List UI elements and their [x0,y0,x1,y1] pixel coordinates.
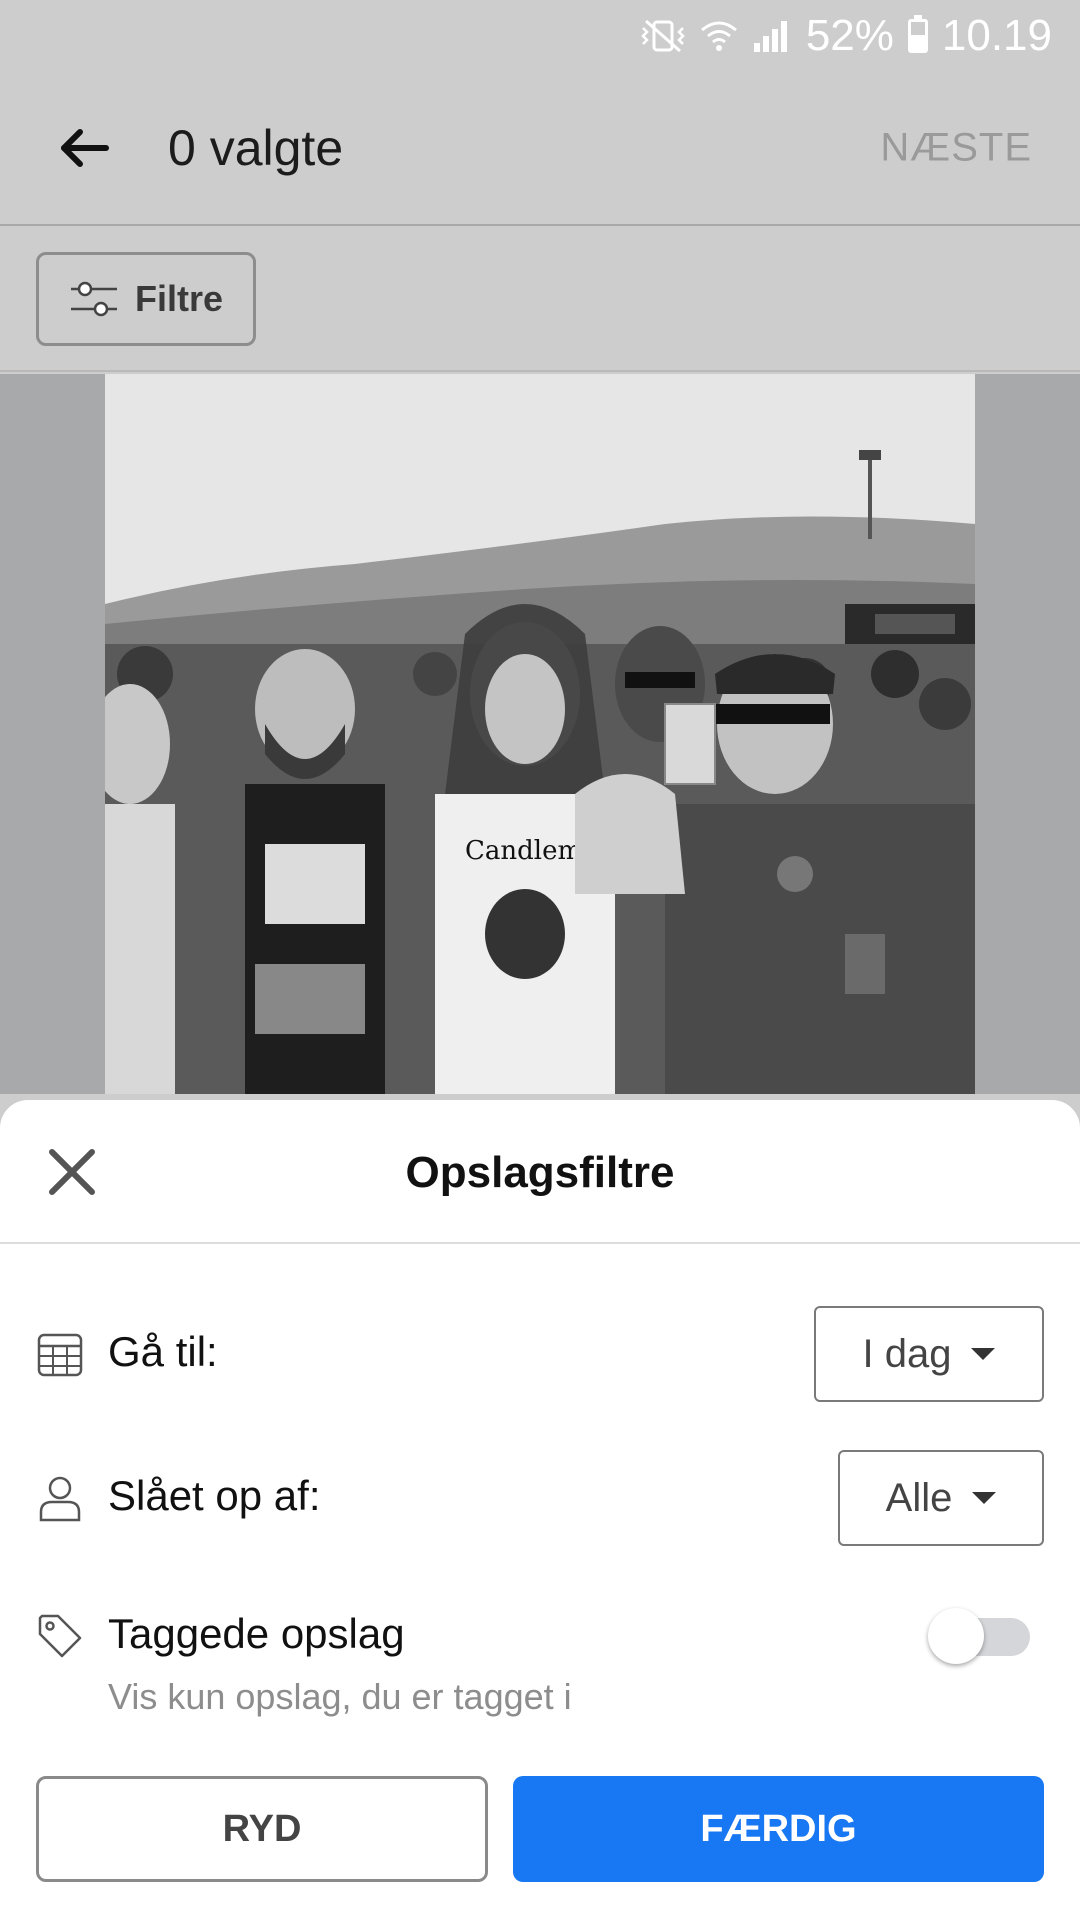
goto-value: I dag [862,1331,952,1376]
clear-button[interactable]: RYD [36,1776,488,1882]
posted-by-value: Alle [885,1475,953,1520]
sheet-header: Opslagsfiltre [0,1100,1080,1244]
clock: 10.19 [941,11,1052,60]
signal-icon [752,19,792,53]
tagged-posts-toggle[interactable] [928,1608,1032,1664]
done-button[interactable]: FÆRDIG [513,1776,1044,1882]
goto-label: Gå til: [108,1328,218,1375]
filters-button[interactable]: Filtre [36,252,256,346]
page-title: 0 valgte [168,120,344,176]
post-photo[interactable]: Candlemass [105,374,975,1094]
wifi-icon [700,19,738,53]
caret-down-icon [972,1492,997,1504]
posted-by-label: Slået op af: [108,1472,321,1519]
calendar-icon [37,1333,83,1377]
status-bar: 52% 10.19 [0,0,1080,72]
tagged-posts-row[interactable]: Taggede opslag Vis kun opslag, du er tag… [0,1600,1080,1730]
caret-down-icon [971,1348,996,1360]
sliders-icon [70,281,117,317]
back-button[interactable] [52,116,116,180]
filter-row: Filtre [0,228,1080,372]
sheet-title: Opslagsfiltre [405,1148,675,1197]
tagged-posts-label: Taggede opslag [108,1610,405,1657]
concert-crowd-photo: Candlemass [105,374,975,1094]
arrow-left-icon [61,129,109,167]
person-icon [39,1476,81,1522]
vibrate-mute-icon [640,19,686,53]
app-bar: 0 valgte NÆSTE [0,72,1080,226]
goto-row: Gå til: I dag [0,1306,1080,1402]
toggle-knob [928,1608,984,1664]
battery-percent: 52% [805,11,894,60]
filters-label: Filtre [134,278,223,319]
photo-backdrop: Candlemass [0,374,1080,1094]
posted-by-dropdown[interactable]: Alle [838,1450,1044,1546]
goto-dropdown[interactable]: I dag [814,1306,1044,1402]
post-filters-sheet: Opslagsfiltre Gå til: I dag Slået op af:… [0,1100,1080,1920]
next-button[interactable]: NÆSTE [880,126,1032,171]
tag-icon [38,1614,82,1658]
posted-by-row: Slået op af: Alle [0,1450,1080,1546]
tagged-posts-sublabel: Vis kun opslag, du er tagget i [108,1676,572,1717]
battery-icon [907,15,928,53]
